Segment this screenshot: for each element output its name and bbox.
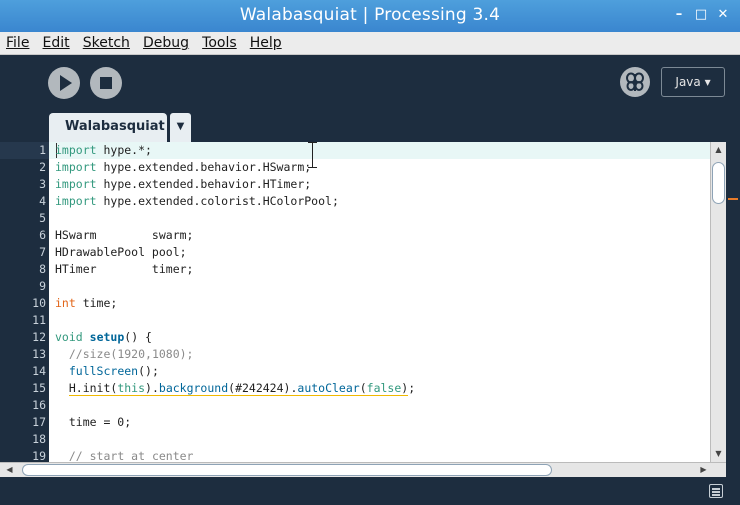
menu-help[interactable]: Help	[248, 32, 284, 55]
debugger-button[interactable]	[620, 67, 650, 97]
run-button[interactable]	[48, 67, 80, 99]
code-line: HSwarm swarm;	[55, 228, 194, 242]
scroll-down-arrow-icon[interactable]: ▼	[711, 446, 726, 461]
code-line: //size(1920,1080);	[68, 347, 194, 361]
menu-tools[interactable]: Tools	[200, 32, 239, 55]
menu-edit[interactable]: Edit	[41, 32, 72, 55]
play-icon	[60, 75, 72, 91]
stop-button[interactable]	[90, 67, 122, 99]
ibeam-cursor-icon	[308, 142, 317, 168]
scrollbar-corner	[726, 462, 740, 477]
console-toggle-icon[interactable]	[709, 484, 723, 498]
close-button[interactable]: ✕	[714, 6, 732, 24]
line-number: 18	[32, 432, 46, 446]
menu-bar: File Edit Sketch Debug Tools Help	[0, 32, 740, 55]
scroll-right-arrow-icon[interactable]: ▶	[696, 463, 711, 478]
line-number: 9	[39, 279, 46, 293]
line-number: 14	[32, 364, 46, 378]
line-number: 1	[39, 143, 46, 157]
menu-sketch[interactable]: Sketch	[81, 32, 132, 55]
error-marker[interactable]	[728, 198, 738, 200]
code-line: import hype.extended.colorist.HColorPool…	[55, 194, 339, 208]
menu-file[interactable]: File	[4, 32, 31, 55]
mode-selector[interactable]: Java ▾	[661, 67, 725, 97]
vertical-scrollbar[interactable]: ▲ ▼	[710, 142, 726, 462]
minimize-button[interactable]: –	[670, 6, 688, 24]
line-number: 4	[39, 194, 46, 208]
debugger-butterfly-icon	[626, 72, 644, 91]
window-title: Walabasquiat | Processing 3.4	[239, 5, 501, 25]
scroll-left-arrow-icon[interactable]: ◀	[2, 463, 17, 478]
code-editor: 1 2 3 4 5 6 7 8 9 10 11 12 13 14 15 16 1…	[0, 142, 740, 463]
line-number: 10	[32, 296, 46, 310]
line-number: 11	[32, 313, 46, 327]
vertical-scroll-thumb[interactable]	[712, 162, 725, 204]
code-text-area[interactable]: import hype.*; import hype.extended.beha…	[49, 142, 710, 462]
line-number: 3	[39, 177, 46, 191]
line-number: 16	[32, 398, 46, 412]
menu-debug-label: Debug	[143, 35, 190, 51]
window-titlebar[interactable]: Walabasquiat | Processing 3.4 – □ ✕	[0, 0, 740, 32]
code-line: int time;	[55, 296, 118, 310]
status-footer	[0, 477, 740, 505]
line-number: 8	[39, 262, 46, 276]
menu-sketch-label: Sketch	[82, 35, 130, 51]
code-line: // start at center	[68, 449, 194, 462]
code-line: time = 0;	[55, 415, 132, 429]
line-number: 12	[32, 330, 46, 344]
tab-bar: Walabasquiat ▼	[0, 113, 740, 142]
scroll-up-arrow-icon[interactable]: ▲	[711, 142, 726, 157]
line-number-gutter: 1 2 3 4 5 6 7 8 9 10 11 12 13 14 15 16 1…	[0, 142, 49, 463]
menu-edit-label: Edit	[42, 35, 70, 51]
code-line: fullScreen();	[68, 364, 159, 378]
code-line: HTimer timer;	[55, 262, 194, 276]
line-number: 2	[39, 160, 46, 174]
line-number: 7	[39, 245, 46, 259]
code-line: import hype.*;	[55, 143, 152, 157]
toolbar: Java ▾	[0, 55, 740, 113]
horizontal-scroll-thumb[interactable]	[22, 464, 552, 476]
tab-walabasquiat[interactable]: Walabasquiat	[49, 113, 167, 142]
line-number: 6	[39, 228, 46, 242]
code-line: HDrawablePool pool;	[55, 245, 187, 259]
horizontal-scrollbar[interactable]: ◀ ▶	[0, 462, 726, 477]
tab-menu-button[interactable]: ▼	[170, 113, 191, 142]
menu-debug[interactable]: Debug	[141, 32, 191, 55]
code-line: H.init(this).background(#242424).autoCle…	[68, 381, 416, 396]
line-number: 15	[32, 381, 46, 395]
menu-help-label: Help	[249, 35, 282, 51]
menu-file-label: File	[6, 35, 30, 51]
line-number: 5	[39, 211, 46, 225]
maximize-button[interactable]: □	[692, 6, 710, 24]
line-number: 13	[32, 347, 46, 361]
code-line: import hype.extended.behavior.HSwarm;	[55, 160, 312, 174]
menu-tools-label: Tools	[202, 35, 237, 51]
line-number: 17	[32, 415, 46, 429]
stop-icon	[100, 77, 112, 89]
code-line: void setup() {	[55, 330, 152, 344]
code-line: import hype.extended.behavior.HTimer;	[55, 177, 312, 191]
